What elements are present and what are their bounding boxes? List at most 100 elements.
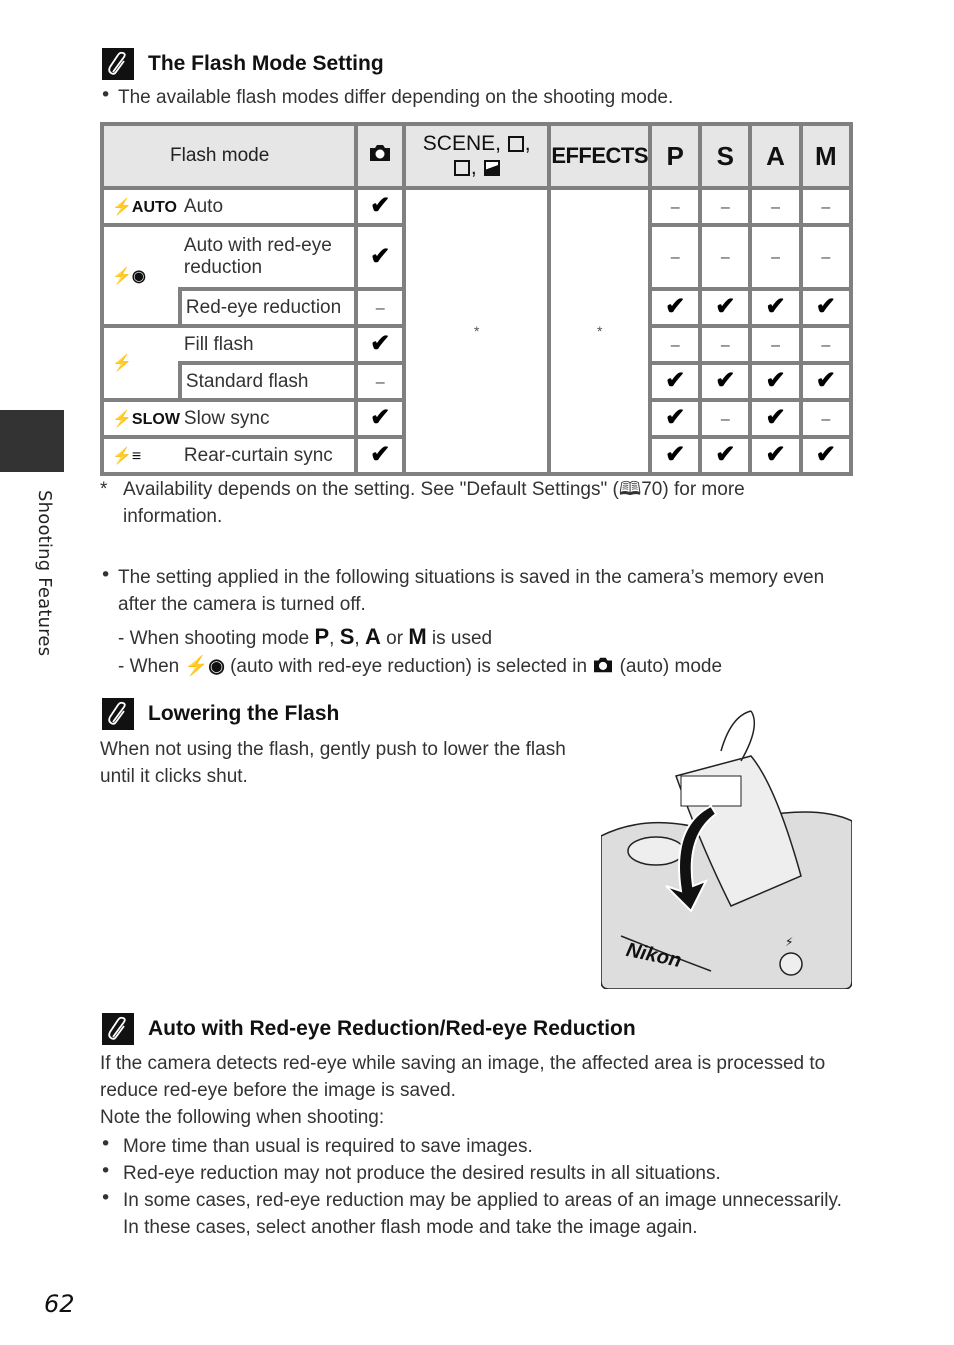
- mode-s-cell: ✔: [698, 361, 753, 402]
- mode-a: A: [364, 624, 381, 649]
- flash-slow-sync-icon: ⚡SLOW: [100, 398, 180, 439]
- header-m: M: [798, 122, 854, 190]
- mode-p-cell: ✔: [648, 398, 703, 439]
- camera-flash-illustration: Nikon ⚡: [601, 706, 852, 989]
- flash-auto-icon: ⚡AUTO: [100, 186, 180, 227]
- mode-a-cell: –: [748, 324, 803, 365]
- dash-value: –: [821, 249, 831, 266]
- red-eye-para2: Note the following when shooting:: [100, 1107, 385, 1128]
- auto-mode-cell: ✔: [354, 223, 407, 291]
- header-scene-modes: SCENE, , ,: [402, 122, 552, 190]
- effects-cell: *: [547, 186, 653, 476]
- table-row: ⚡AUTO Auto ✔ * * – – – –: [100, 186, 854, 476]
- header-p: P: [648, 122, 703, 190]
- scene-cell: *: [402, 186, 552, 476]
- red-eye-heading: Auto with Red-eye Reduction/Red-eye Redu…: [102, 1013, 636, 1045]
- sub2-middle: (auto with red-eye reduction) is selecte…: [230, 656, 588, 677]
- mode-a-cell: –: [748, 186, 803, 227]
- scene-value: *: [473, 323, 480, 339]
- paperclip-note-icon: [102, 1013, 134, 1045]
- check-icon: ✔: [815, 293, 836, 320]
- scene-label: SCENE,: [422, 132, 501, 155]
- section-title: Lowering the Flash: [148, 702, 340, 725]
- flash-mode-label: Slow sync: [179, 398, 359, 439]
- flash-button-icon: ⚡: [785, 935, 793, 949]
- mode-m-cell: ✔: [798, 435, 854, 476]
- mode-a-cell: ✔: [748, 398, 803, 439]
- footnote-mark: *: [100, 479, 108, 500]
- dash-value: –: [771, 198, 780, 216]
- mode-a-cell: ✔: [748, 435, 803, 476]
- flash-mode-label: Rear-curtain sync: [179, 435, 359, 476]
- landscape-icon: [483, 160, 500, 177]
- mode-m-cell: –: [798, 324, 854, 365]
- header-a: A: [748, 122, 803, 190]
- mode-a-cell: ✔: [748, 287, 803, 328]
- intro-text: The available flash modes differ dependi…: [118, 87, 674, 108]
- auto-mode-cell: –: [354, 361, 407, 402]
- camera-auto-icon: [594, 657, 613, 673]
- flash-mode-label: Fill flash: [179, 324, 359, 365]
- page-number: 62: [44, 1290, 75, 1318]
- lowering-flash-heading: Lowering the Flash: [102, 698, 339, 730]
- dash-value: –: [821, 410, 831, 428]
- dash-value: –: [670, 198, 680, 216]
- sub1-suffix: is used: [431, 628, 493, 649]
- flash-mode-table: Flash mode SCENE, , , EFFECTS P S A M ⚡A…: [99, 122, 854, 476]
- flash-fill-icon: ⚡: [100, 324, 180, 402]
- mode-a-cell: ✔: [748, 361, 803, 402]
- mode-p-cell: ✔: [648, 287, 703, 328]
- mode-p-cell: –: [648, 223, 703, 291]
- dash-value: –: [821, 198, 831, 216]
- check-icon: ✔: [370, 441, 391, 468]
- flash-mode-label: Auto with red-eye reduction: [179, 223, 359, 291]
- header-auto-mode: [354, 122, 407, 190]
- mode-s-cell: ✔: [698, 435, 753, 476]
- sub1-prefix: - When shooting mode: [118, 628, 310, 649]
- mode-s-cell: ✔: [698, 287, 753, 328]
- dash-value: –: [720, 410, 730, 428]
- flash-mode-setting-heading: The Flash Mode Setting: [102, 48, 384, 80]
- mode-p-cell: –: [648, 324, 703, 365]
- check-icon: ✔: [665, 293, 686, 320]
- check-icon: ✔: [665, 441, 686, 468]
- dash-value: –: [720, 249, 730, 266]
- paperclip-note-icon: [102, 48, 134, 80]
- table-header-row: Flash mode SCENE, , , EFFECTS P S A M: [99, 122, 854, 190]
- mode-p-cell: ✔: [648, 435, 703, 476]
- check-icon: ✔: [815, 367, 836, 394]
- night-landscape-icon: [507, 136, 524, 153]
- check-icon: ✔: [665, 404, 686, 431]
- dash-value: –: [821, 336, 831, 354]
- red-eye-note-item: Red-eye reduction may not produce the de…: [123, 1163, 721, 1184]
- bullet-icon: •: [100, 564, 112, 586]
- check-icon: ✔: [715, 367, 736, 394]
- auto-mode-cell: –: [354, 287, 407, 328]
- check-icon: ✔: [665, 367, 686, 394]
- auto-mode-cell: ✔: [354, 324, 407, 365]
- mode-m-cell: –: [798, 186, 854, 227]
- dash-value: –: [670, 249, 680, 266]
- flash-mode-label: Red-eye reduction: [177, 287, 359, 328]
- check-icon: ✔: [765, 441, 786, 468]
- flash-red-eye-icon: ⚡◉: [184, 656, 225, 677]
- mode-s-cell: –: [698, 223, 753, 291]
- mode-p-cell: ✔: [648, 361, 703, 402]
- check-icon: ✔: [765, 293, 786, 320]
- red-eye-note-item: More time than usual is required to save…: [123, 1136, 533, 1157]
- chapter-tab-marker: [0, 410, 64, 472]
- flash-mode-label: Standard flash: [177, 361, 359, 402]
- dash-value: –: [375, 299, 385, 317]
- auto-mode-cell: ✔: [354, 398, 407, 439]
- mode-m-cell: –: [798, 398, 854, 439]
- memory-note-text: The setting applied in the following sit…: [118, 567, 825, 615]
- or-text: or: [386, 628, 404, 649]
- lowering-flash-text: When not using the flash, gently push to…: [100, 739, 566, 787]
- dash-value: –: [771, 249, 780, 266]
- check-icon: ✔: [370, 404, 391, 431]
- red-eye-para1: If the camera detects red-eye while savi…: [100, 1053, 826, 1101]
- night-portrait-icon: [453, 160, 470, 177]
- dash-value: –: [720, 198, 730, 216]
- mode-a-cell: –: [748, 223, 803, 291]
- header-effects: EFFECTS: [547, 122, 653, 190]
